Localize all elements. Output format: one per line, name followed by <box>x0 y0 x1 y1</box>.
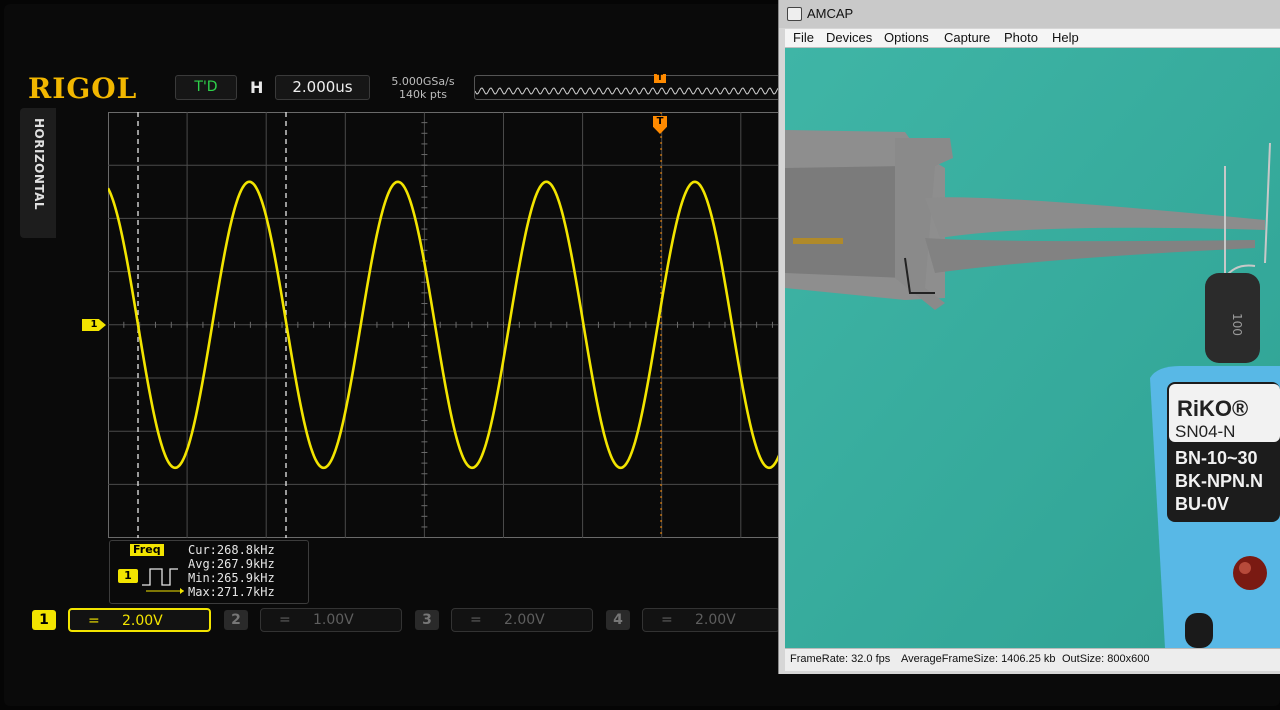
measurement-panel: Freq 1 Cur:268.8kHz Avg:267.9kHz Min:265… <box>109 540 309 604</box>
timebase-value: 2.000us <box>275 75 370 100</box>
average-frame-size: AverageFrameSize: 1406.25 kb <box>901 653 1056 665</box>
ch2-scale[interactable]: = 1.00V <box>260 608 402 632</box>
horizontal-tab-label: HORIZONTAL <box>32 118 46 211</box>
acquisition-info: 5.000GSa/s 140k pts <box>380 75 466 101</box>
menu-help[interactable]: Help <box>1052 30 1079 45</box>
amcap-app-icon <box>787 7 802 21</box>
ch4-scale-value: 2.00V <box>695 612 736 628</box>
menu-capture[interactable]: Capture <box>944 30 990 45</box>
menu-devices[interactable]: Devices <box>826 30 872 45</box>
menu-options[interactable]: Options <box>884 30 929 45</box>
freq-current: Cur:268.8kHz <box>188 543 275 557</box>
status-bar: FrameRate: 32.0 fps AverageFrameSize: 14… <box>785 648 1280 671</box>
inductor-marking: 100 <box>1230 313 1244 336</box>
freq-maximum: Max:271.7kHz <box>188 585 275 599</box>
ch1-scale-value: 2.00V <box>122 613 163 629</box>
waveform-display <box>108 112 780 538</box>
ch3-scale-value: 2.00V <box>504 612 545 628</box>
memory-depth: 140k pts <box>399 88 447 101</box>
ch2-scale-value: 1.00V <box>313 612 354 628</box>
ch2-button[interactable]: 2 <box>224 610 248 630</box>
ch1-coupling: = <box>88 613 100 629</box>
waveform-grid <box>108 112 780 538</box>
horizontal-menu-tab[interactable]: HORIZONTAL <box>20 108 56 238</box>
ch3-scale[interactable]: = 2.00V <box>451 608 593 632</box>
sensor-model: SN04-N <box>1175 422 1235 441</box>
output-size: OutSize: 800x600 <box>1062 653 1150 665</box>
title-bar[interactable]: AMCAP <box>779 0 1280 28</box>
timebase-label: H <box>250 78 264 97</box>
window-title: AMCAP <box>807 6 854 21</box>
trigger-status: T'D <box>175 75 237 100</box>
ch4-button[interactable]: 4 <box>606 610 630 630</box>
sensor-line-3: BU-0V <box>1175 494 1229 514</box>
menu-file[interactable]: File <box>793 30 814 45</box>
ch2-coupling: = <box>279 612 291 628</box>
sensor-line-1: BN-10~30 <box>1175 448 1258 468</box>
frequency-icon <box>142 568 184 594</box>
sample-rate: 5.000GSa/s <box>391 75 455 88</box>
sensor-brand: RiKO® <box>1177 396 1248 421</box>
frame-rate: FrameRate: 32.0 fps <box>790 653 891 665</box>
ch3-coupling: = <box>470 612 482 628</box>
freq-average: Avg:267.9kHz <box>188 557 275 571</box>
menu-bar: File Devices Options Capture Photo Help <box>785 29 1280 48</box>
measurement-title: Freq <box>130 544 164 556</box>
ch1-button[interactable]: 1 <box>32 610 56 630</box>
measurement-channel: 1 <box>118 569 138 583</box>
memory-overview <box>474 75 780 100</box>
menu-photo[interactable]: Photo <box>1004 30 1038 45</box>
ch1-scale[interactable]: = 2.00V <box>68 608 211 632</box>
camera-preview: 100 RiKO® SN04-N BN-10~30 BK-NPN.N BU-0V <box>785 48 1280 648</box>
sensor-line-2: BK-NPN.N <box>1175 471 1263 491</box>
freq-minimum: Min:265.9kHz <box>188 571 275 585</box>
ch4-coupling: = <box>661 612 673 628</box>
ch4-scale[interactable]: = 2.00V <box>642 608 780 632</box>
ch3-button[interactable]: 3 <box>415 610 439 630</box>
rigol-logo: RIGOL <box>28 72 138 105</box>
proximity-sensor: RiKO® SN04-N BN-10~30 BK-NPN.N BU-0V <box>1150 366 1280 648</box>
amcap-window[interactable]: AMCAP File Devices Options Capture Photo… <box>779 0 1280 674</box>
overview-trigger-marker: T <box>654 74 666 83</box>
overview-waveform-icon <box>474 87 780 95</box>
camera-scene: 100 RiKO® SN04-N BN-10~30 BK-NPN.N BU-0V <box>785 48 1280 648</box>
